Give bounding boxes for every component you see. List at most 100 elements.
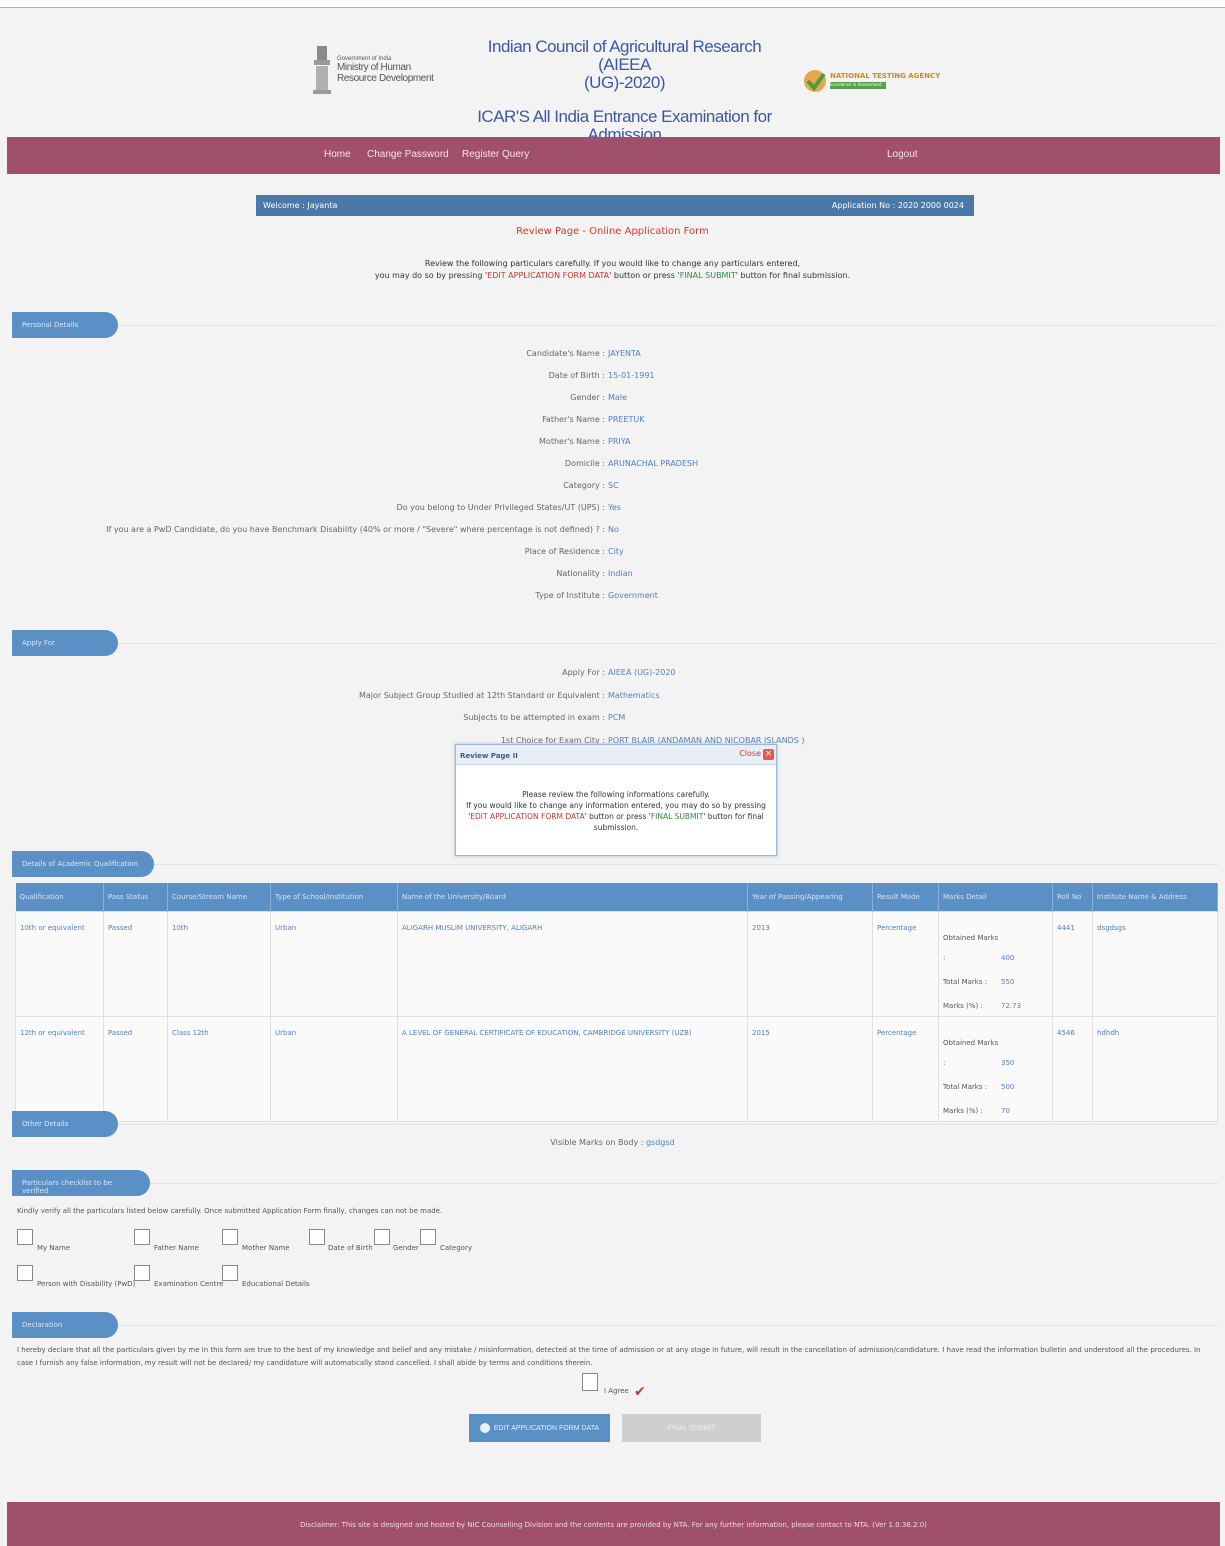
popup-line3: 'EDIT APPLICATION FORM DATA' button or p…: [468, 812, 764, 821]
field-label: Nationality :: [556, 569, 605, 578]
close-icon[interactable]: ×: [763, 749, 774, 760]
popup-body: Please review the following informations…: [466, 789, 766, 833]
ashoka-emblem-icon: [313, 46, 331, 94]
footer-disclaimer: Disclaimer: This site is designed and ho…: [7, 1502, 1220, 1546]
checkbox-label: Father Name: [154, 1244, 199, 1252]
field-value: Indian: [608, 569, 633, 578]
col-school-type: Type of School/Institution: [270, 883, 398, 911]
nta-check-icon: [804, 70, 826, 92]
field-value: PCM: [608, 713, 626, 722]
cell-qualification: 10th or equivalent: [15, 910, 104, 1017]
section-declaration: Declaration: [12, 1312, 118, 1338]
nta-name: NATIONAL TESTING AGENCY: [830, 72, 941, 80]
table-row: 10th or equivalent Passed 10th Urban ALI…: [15, 910, 1218, 1017]
application-number: Application No : 2020 2000 0024: [831, 201, 964, 210]
cell-course: 10th: [167, 910, 271, 1017]
section-academic-qualification: Details of Academic Qualification: [12, 851, 154, 877]
cell-marks-detail: Obtained Marks :350 Total Marks :500 Mar…: [938, 1015, 1053, 1122]
agree-label: I Agree: [604, 1387, 629, 1395]
field-value: 15-01-1991: [608, 371, 655, 380]
popup-line1: Please review the following informations…: [522, 790, 710, 799]
field-label: Apply For :: [562, 668, 605, 677]
field-value: No: [608, 525, 619, 534]
final-submit-button[interactable]: FINAL SUBMIT: [622, 1414, 761, 1442]
cell-qualification: 12th or equivalent: [15, 1015, 104, 1122]
checkbox-father-name[interactable]: [134, 1229, 150, 1245]
cell-year: 2013: [747, 910, 873, 1017]
field-value: Government: [608, 591, 658, 600]
checkbox-label: Category: [440, 1244, 472, 1252]
nta-logo: NATIONAL TESTING AGENCY Excellence in As…: [803, 67, 943, 97]
field-value: City: [608, 547, 624, 556]
field-value: JAYENTA: [608, 349, 641, 358]
checkbox-category[interactable]: [420, 1229, 436, 1245]
cell-status: Passed: [103, 1015, 168, 1122]
cell-roll-no: 4546: [1052, 1015, 1093, 1122]
mhrd-logo: Government of India Ministry of Human Re…: [311, 42, 451, 102]
field-label: Domicile :: [564, 459, 605, 468]
section-divider: [146, 864, 1218, 865]
welcome-bar: Welcome : Jayanta Application No : 2020 …: [256, 195, 974, 216]
checkbox-label: Gender: [393, 1244, 419, 1252]
other-details-row: Visible Marks on Body : gsdgsd: [0, 1138, 1225, 1147]
checkbox-pwd[interactable]: [17, 1265, 33, 1281]
table-row: 12th or equivalent Passed Class 12th Urb…: [15, 1015, 1218, 1122]
field-label: Place of Residence :: [524, 547, 605, 556]
popup-header: Review Page II Close ×: [456, 745, 776, 765]
field-label: If you are a PwD Candidate, do you have …: [106, 525, 605, 534]
field-label: Subjects to be attempted in exam :: [463, 713, 605, 722]
field-label: Do you belong to Under Privileged States…: [396, 503, 605, 512]
cell-year: 2015: [747, 1015, 873, 1122]
main-nav: Home Change Password Register Query Logo…: [7, 137, 1220, 174]
section-personal-details: Personal Details: [12, 312, 118, 338]
top-border: [0, 0, 1225, 8]
field-value: SC: [608, 481, 619, 490]
check-mark-icon: ✔: [634, 1384, 646, 1400]
nav-register-query[interactable]: Register Query: [462, 149, 529, 160]
visible-marks-value: gsdgsd: [645, 1138, 675, 1147]
col-course: Course/Stream Name: [167, 883, 271, 911]
field-label: Gender :: [570, 393, 605, 402]
cell-result-mode: Percentage: [872, 910, 939, 1017]
edit-application-button[interactable]: EDIT APPLICATION FORM DATA: [469, 1414, 610, 1442]
review-line1: Review the following particulars careful…: [424, 259, 801, 268]
col-roll-no: Roll No: [1052, 883, 1093, 911]
nta-sub: Excellence in Assessment: [830, 82, 886, 89]
cell-result-mode: Percentage: [872, 1015, 939, 1122]
cell-institute: dsgdsgs: [1092, 910, 1218, 1017]
cell-institute: hdhdh: [1092, 1015, 1218, 1122]
field-label: Category :: [563, 481, 605, 490]
cell-status: Passed: [103, 910, 168, 1017]
field-value: Yes: [608, 503, 621, 512]
checkbox-date-of-birth[interactable]: [309, 1229, 325, 1245]
nav-home[interactable]: Home: [324, 149, 351, 160]
popup-title: Review Page II: [460, 752, 518, 760]
checkbox-educational-details[interactable]: [222, 1265, 238, 1281]
field-value: PRIYA: [608, 437, 631, 446]
cell-board: A LEVEL OF GENERAL CERTIFICATE OF EDUCAT…: [397, 1015, 748, 1122]
popup-close-button[interactable]: Close ×: [739, 749, 774, 760]
nav-logout[interactable]: Logout: [887, 149, 918, 160]
checkbox-label: Mother Name: [242, 1244, 290, 1252]
welcome-text: Welcome : Jayanta: [263, 201, 338, 210]
cell-roll-no: 4441: [1052, 910, 1093, 1017]
qualification-table: Qualification Pass Status Course/Stream …: [15, 883, 1218, 1122]
agree-checkbox[interactable]: [582, 1373, 598, 1391]
review-title: Review Page - Online Application Form: [516, 226, 709, 237]
nav-change-password[interactable]: Change Password: [367, 149, 449, 160]
checkbox-label: Person with Disability (PwD): [37, 1280, 136, 1288]
popup-line2: If you would like to change any informat…: [466, 801, 766, 810]
checkbox-mother-name[interactable]: [222, 1229, 238, 1245]
checkbox-my-name[interactable]: [17, 1229, 33, 1245]
page-header: Government of India Ministry of Human Re…: [7, 12, 1220, 144]
field-label: Father's Name :: [542, 415, 605, 424]
review-note: Review the following particulars careful…: [0, 258, 1225, 282]
section-divider: [110, 643, 1218, 644]
review-popup: Review Page II Close × Please review the …: [455, 744, 777, 856]
section-divider: [146, 1183, 1218, 1184]
section-apply-for: Apply For: [12, 630, 118, 656]
declaration-text: I hereby declare that all the particular…: [17, 1346, 1201, 1367]
checkbox-gender[interactable]: [374, 1229, 390, 1245]
checkbox-exam-centre[interactable]: [134, 1265, 150, 1281]
field-label: Type of Institute :: [535, 591, 605, 600]
